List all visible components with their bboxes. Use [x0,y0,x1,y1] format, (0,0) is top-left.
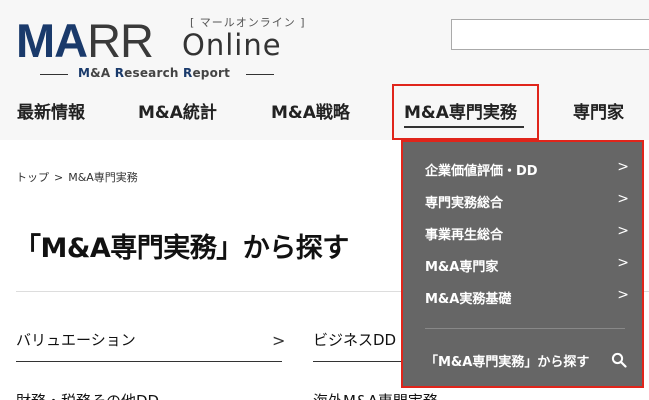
page-title: 「M&A専門実務」から探す [14,233,349,264]
dropdown-item[interactable]: 事業再生総合 > [425,223,629,243]
chevron-right-icon: > [617,255,629,271]
dropdown-divider [425,328,625,329]
logo-wordmark: MARR [16,14,154,67]
site-search-input[interactable] [451,19,649,50]
logo-tagline: M&A Research Report [34,66,278,82]
breadcrumb: トップ > M&A専門実務 [16,169,138,185]
nav-item-statistics[interactable]: M&A統計 [138,98,217,123]
category-link-valuation[interactable]: バリュエーション [16,329,136,350]
main-nav: 最新情報 M&A統計 M&A戦略 M&A専門実務 専門家 [0,92,649,128]
breadcrumb-current: M&A専門実務 [68,171,138,184]
nav-item-strategy[interactable]: M&A戦略 [271,98,350,123]
dropdown-item[interactable]: 企業価値評価・DD > [425,159,629,179]
chevron-right-icon: > [617,159,629,175]
chevron-right-icon: > [272,331,286,350]
chevron-right-icon: > [617,223,629,239]
logo-ma: MA [16,14,88,67]
category-link-financial-tax-dd[interactable]: 財務・税務その他DD [16,390,159,400]
search-icon [611,352,627,368]
chevron-right-icon: > [617,191,629,207]
site-logo[interactable]: MARR [ マールオンライン ] Online M&A Research Re… [16,14,305,84]
tagline-text: M&A Research Report [78,66,231,80]
category-link-underline [16,361,282,362]
tagline-rule-right [246,74,274,75]
chevron-right-icon: > [617,287,629,303]
nav-dropdown-menu: 企業価値評価・DD > 専門実務総合 > 事業再生総合 > M&A専門家 > M&A実務… [401,140,644,388]
category-link-overseas-ma[interactable]: 海外M&A専門実務 [313,390,438,400]
category-link-underline [313,361,408,362]
logo-rr: RR [87,14,154,67]
dropdown-item[interactable]: M&A実務基礎 > [425,287,629,307]
dropdown-item[interactable]: 専門実務総合 > [425,191,629,211]
tagline-rule-left [40,74,68,75]
breadcrumb-separator: > [54,171,64,184]
nav-active-underline [404,126,524,128]
dropdown-item[interactable]: M&A専門家 > [425,255,629,275]
category-link-business-dd[interactable]: ビジネスDD [313,329,396,350]
breadcrumb-home[interactable]: トップ [16,171,49,184]
nav-item-latest[interactable]: 最新情報 [17,98,85,123]
dropdown-search-link[interactable]: 「M&A専門実務」から探す [425,351,627,370]
nav-item-experts[interactable]: 専門家 [573,98,624,123]
nav-active-highlight [392,84,539,140]
logo-online: Online [182,28,282,62]
